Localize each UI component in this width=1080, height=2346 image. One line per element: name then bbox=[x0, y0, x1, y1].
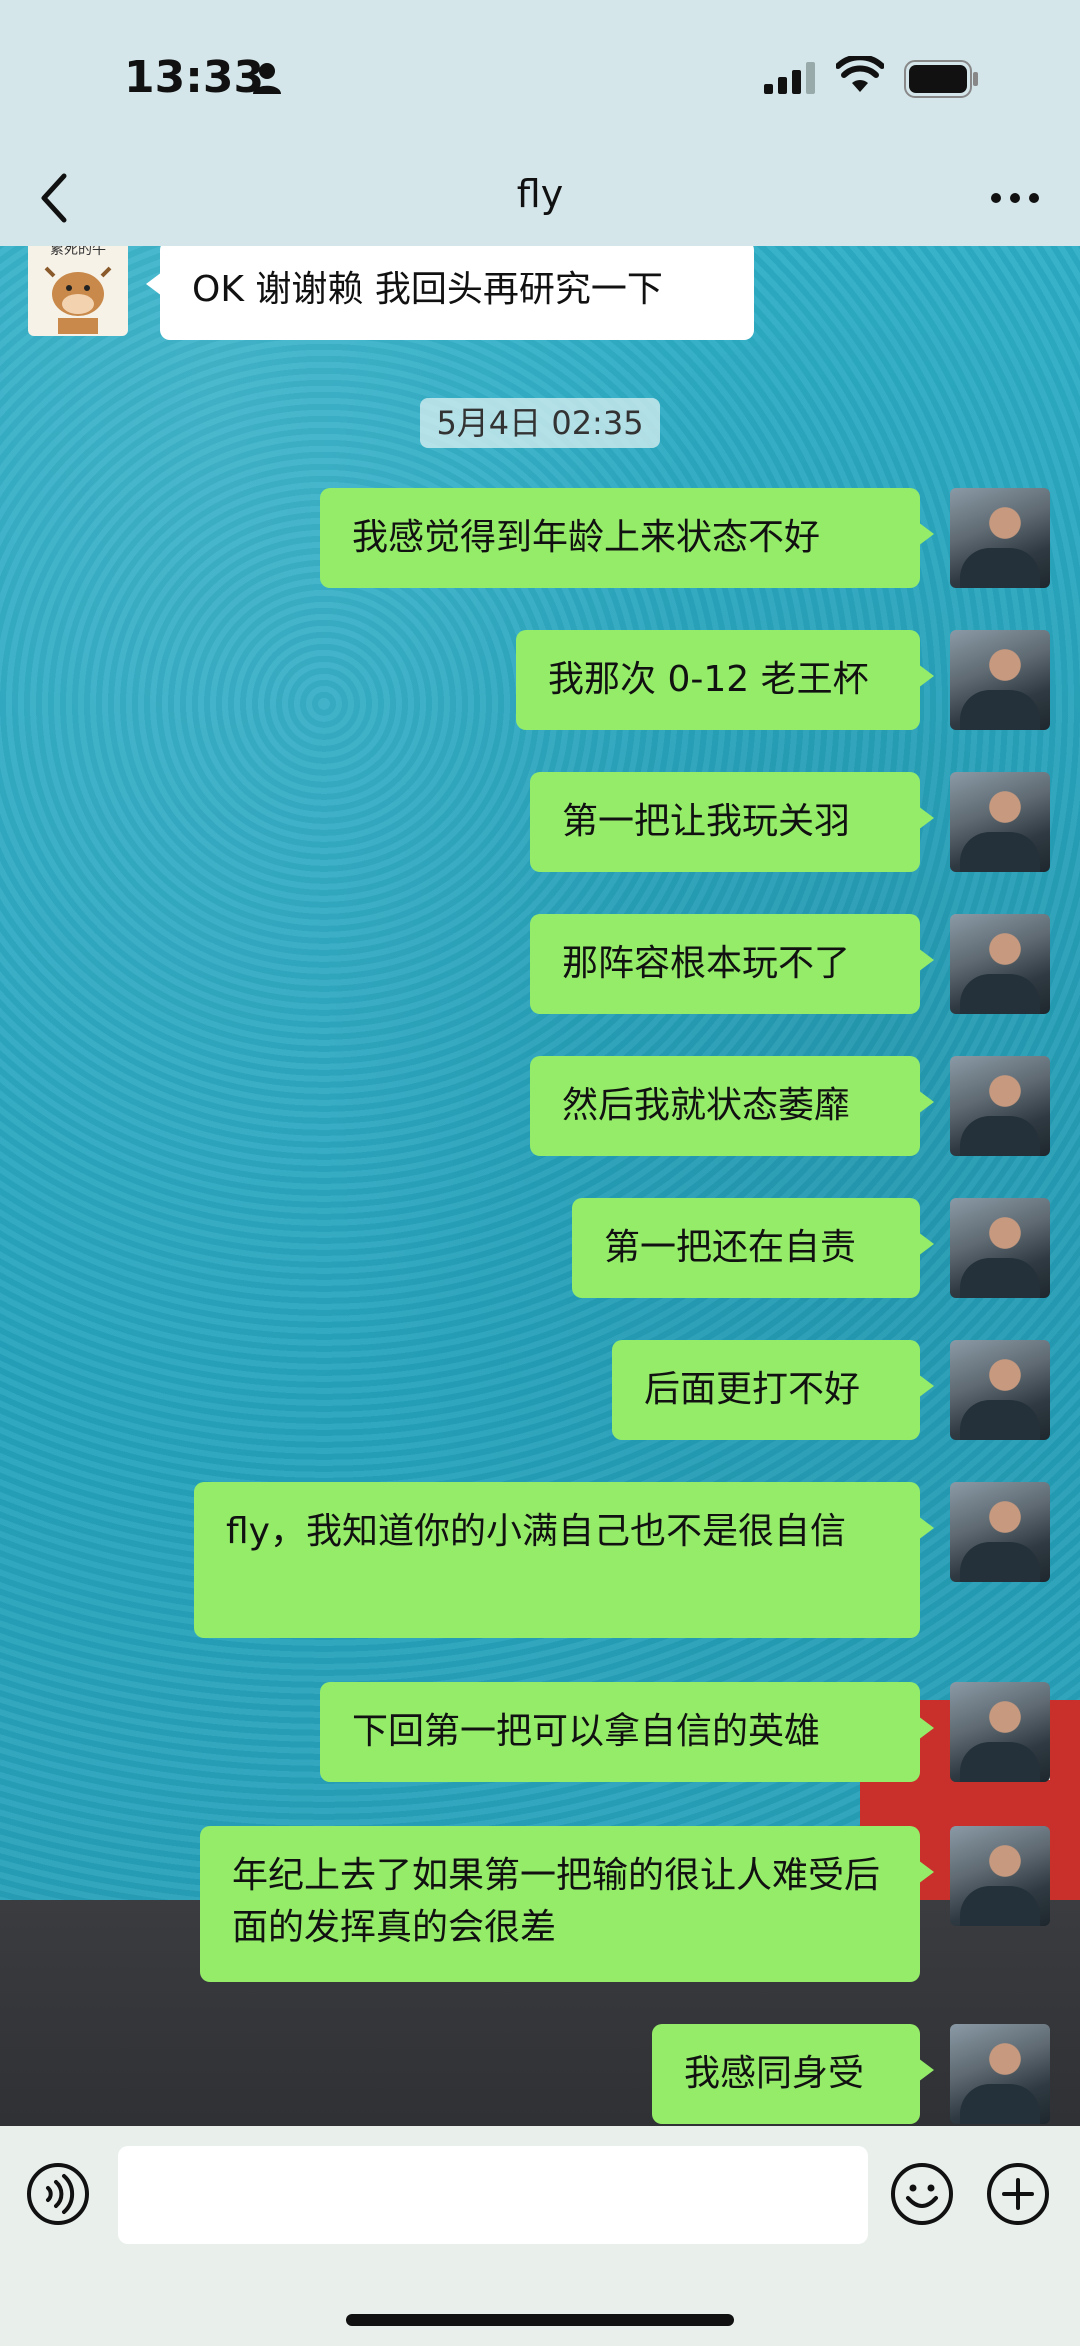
outgoing-message[interactable]: 我那次 0-12 老王杯 bbox=[516, 630, 934, 730]
my-avatar[interactable] bbox=[950, 1340, 1050, 1440]
outgoing-message[interactable]: fly，我知道你的小满自己也不是很自信 bbox=[194, 1482, 934, 1638]
my-avatar[interactable] bbox=[950, 772, 1050, 872]
input-bar bbox=[0, 2126, 1080, 2346]
outgoing-message[interactable]: 下回第一把可以拿自信的英雄 bbox=[320, 1682, 934, 1782]
outgoing-message[interactable]: 年纪上去了如果第一把输的很让人难受后面的发挥真的会很差 bbox=[200, 1826, 934, 1982]
status-time: 13:33 bbox=[124, 52, 265, 103]
message-input[interactable] bbox=[118, 2146, 868, 2244]
cow-avatar-icon: 累死的牛 bbox=[44, 246, 112, 334]
more-icon[interactable] bbox=[990, 188, 1040, 208]
message-list[interactable]: 累死的牛 OK 谢谢赖 我回头再研究一下 5月4日 02:35 我感觉得到年龄上… bbox=[0, 246, 1080, 2126]
message-timestamp: 5月4日 02:35 bbox=[420, 398, 660, 448]
outgoing-message[interactable]: 然后我就状态萎靡 bbox=[530, 1056, 934, 1156]
outgoing-message[interactable]: 我感觉得到年龄上来状态不好 bbox=[320, 488, 934, 588]
outgoing-message[interactable]: 我感同身受 bbox=[652, 2024, 934, 2124]
my-avatar[interactable] bbox=[950, 1056, 1050, 1156]
my-avatar[interactable] bbox=[950, 914, 1050, 1014]
outgoing-message[interactable]: 第一把还在自责 bbox=[572, 1198, 934, 1298]
my-avatar[interactable] bbox=[950, 1826, 1050, 1926]
my-avatar[interactable] bbox=[950, 2024, 1050, 2124]
voice-icon[interactable] bbox=[26, 2162, 90, 2226]
outgoing-message[interactable]: 那阵容根本玩不了 bbox=[530, 914, 934, 1014]
my-avatar[interactable] bbox=[950, 488, 1050, 588]
outgoing-message[interactable]: 后面更打不好 bbox=[612, 1340, 934, 1440]
battery-icon bbox=[904, 60, 978, 98]
chat-title: fly bbox=[516, 172, 564, 216]
plus-icon[interactable] bbox=[986, 2162, 1050, 2226]
status-bar: 13:33 bbox=[0, 0, 1080, 150]
incoming-message[interactable]: OK 谢谢赖 我回头再研究一下 bbox=[146, 246, 754, 340]
my-avatar[interactable] bbox=[950, 1482, 1050, 1582]
wifi-icon bbox=[836, 56, 884, 92]
my-avatar[interactable] bbox=[950, 1682, 1050, 1782]
avatar-caption: 累死的牛 bbox=[50, 246, 106, 258]
my-avatar[interactable] bbox=[950, 630, 1050, 730]
contact-avatar[interactable]: 累死的牛 bbox=[28, 246, 128, 336]
signal-icon bbox=[764, 62, 815, 94]
emoji-icon[interactable] bbox=[890, 2162, 954, 2226]
chat-header: fly bbox=[0, 150, 1080, 246]
person-icon bbox=[253, 63, 281, 94]
my-avatar[interactable] bbox=[950, 1198, 1050, 1298]
outgoing-message[interactable]: 第一把让我玩关羽 bbox=[530, 772, 934, 872]
home-indicator[interactable] bbox=[346, 2314, 734, 2326]
